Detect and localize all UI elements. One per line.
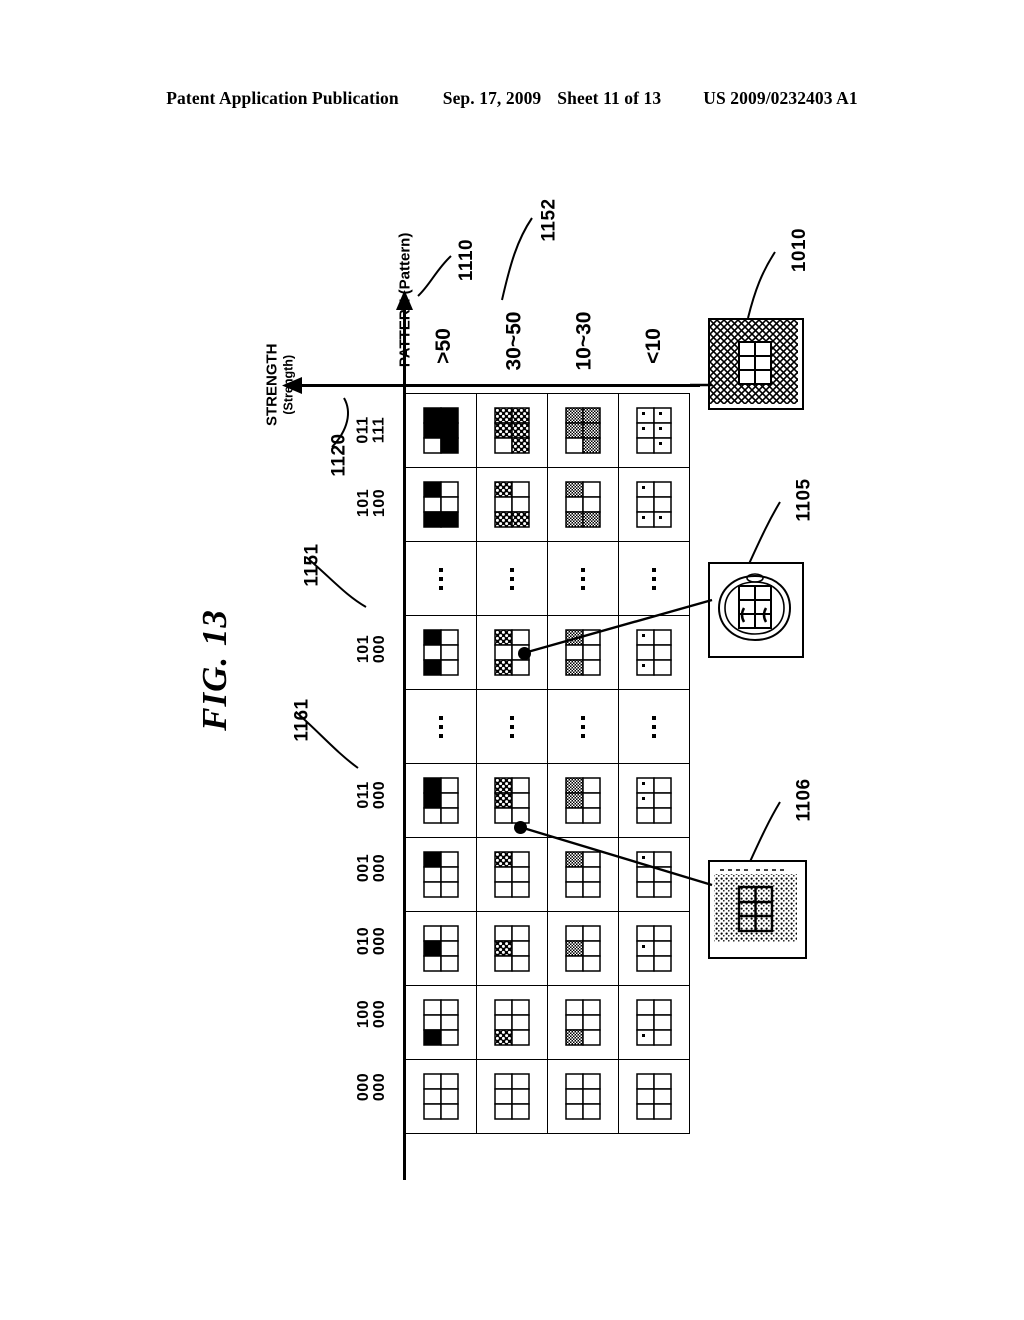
column-header-3: <10 (642, 328, 665, 364)
ref-1161: 1161 (291, 698, 313, 742)
table-cell-r5-c1 (476, 763, 548, 838)
table-cell-r7-c0 (405, 911, 477, 986)
table-row (405, 985, 690, 1060)
table-cell-r1-c1 (476, 467, 548, 542)
table-cell-r4-c3 (618, 689, 690, 764)
ellipsis-icon (548, 542, 618, 615)
table-cell-r2-c1 (476, 541, 548, 616)
table-cell-r7-c1 (476, 911, 548, 986)
table-cell-r2-c2 (547, 541, 619, 616)
column-header-1: 30~50 (501, 311, 525, 371)
table-row (405, 615, 690, 690)
ellipsis-icon (619, 690, 689, 763)
table-row (405, 393, 690, 468)
table-cell-r9-c3 (618, 1059, 690, 1134)
table-cell-r6-c3 (618, 837, 690, 912)
leader-dot-1106 (514, 821, 527, 834)
callout-1010 (708, 318, 804, 410)
ref-1152: 1152 (538, 198, 560, 242)
table-cell-r4-c0 (405, 689, 477, 764)
table-cell-r0-c0 (405, 393, 477, 468)
y-axis-subtitle: (Strength) (281, 355, 295, 415)
row-header-6: 001 000 (354, 853, 388, 882)
table-row (405, 467, 690, 542)
y-axis-title: STRENGTH (263, 343, 281, 427)
table-row (405, 837, 690, 912)
pattern-strength-table (405, 393, 690, 1134)
table-cell-r5-c0 (405, 763, 477, 838)
ellipsis-icon (406, 690, 476, 763)
callout-1105 (708, 562, 804, 658)
table-cell-r2-c0 (405, 541, 477, 616)
table-cell-r4-c1 (476, 689, 548, 764)
table-cell-r3-c2 (547, 615, 619, 690)
table-cell-r9-c0 (405, 1059, 477, 1134)
ellipsis-icon (619, 542, 689, 615)
table-cell-r8-c3 (618, 985, 690, 1060)
table-cell-r4-c2 (547, 689, 619, 764)
table-row (405, 763, 690, 838)
column-header-2: 10~30 (571, 311, 595, 371)
table-cell-r5-c3 (618, 763, 690, 838)
ref-1151: 1151 (301, 543, 323, 587)
leader-dot-1105 (518, 647, 531, 660)
table-row (405, 541, 690, 616)
ref-1106: 1106 (793, 778, 815, 822)
table-cell-r6-c2 (547, 837, 619, 912)
ellipsis-icon (477, 690, 547, 763)
table-cell-r7-c3 (618, 911, 690, 986)
table-cell-r2-c3 (618, 541, 690, 616)
row-header-3: 101 000 (354, 634, 388, 663)
row-header-0: 011 111 (355, 415, 388, 444)
column-header-0: >50 (432, 328, 455, 364)
ref-1010: 1010 (789, 227, 810, 273)
table-cell-r9-c1 (476, 1059, 548, 1134)
ellipsis-icon (477, 542, 547, 615)
row-header-8: 100 000 (354, 999, 388, 1028)
figure-13: FIG. 13 STRENGTH (Strength) PATTERN (Pat… (0, 0, 1024, 1320)
table-cell-r1-c2 (547, 467, 619, 542)
ellipsis-icon (406, 542, 476, 615)
ref-1105: 1105 (793, 478, 815, 522)
row-header-9: 000 000 (354, 1072, 388, 1101)
ref-1110: 1110 (455, 238, 477, 282)
table-cell-r6-c0 (405, 837, 477, 912)
row-header-5: 011 000 (354, 780, 388, 809)
table-cell-r5-c2 (547, 763, 619, 838)
table-cell-r3-c1 (476, 615, 548, 690)
table-cell-r1-c0 (405, 467, 477, 542)
table-cell-r3-c0 (405, 615, 477, 690)
table-cell-r7-c2 (547, 911, 619, 986)
ellipsis-icon (548, 690, 618, 763)
table-cell-r0-c3 (618, 393, 690, 468)
table-cell-r9-c2 (547, 1059, 619, 1134)
table-cell-r8-c0 (405, 985, 477, 1060)
table-cell-r1-c3 (618, 467, 690, 542)
table-body (405, 393, 690, 1134)
callout-1010-grid (738, 341, 772, 385)
table-cell-r8-c2 (547, 985, 619, 1060)
table-cell-r8-c1 (476, 985, 548, 1060)
callout-1106 (708, 860, 807, 959)
table-cell-r0-c2 (547, 393, 619, 468)
table-cell-r0-c1 (476, 393, 548, 468)
row-header-7: 010 000 (354, 926, 388, 955)
table-cell-r6-c1 (476, 837, 548, 912)
table-row (405, 689, 690, 764)
row-header-1: 101 100 (354, 488, 388, 517)
table-cell-r3-c3 (618, 615, 690, 690)
table-row (405, 911, 690, 986)
table-row (405, 1059, 690, 1134)
